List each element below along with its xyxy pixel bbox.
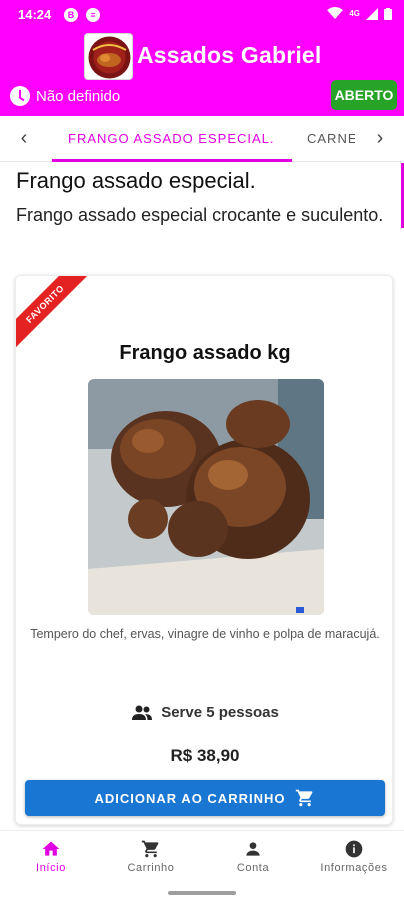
app-header: 14:24 B ≡ 4G Assados Gabriel Não definid… [0,0,404,116]
favorite-ribbon: FAVORITO [16,276,91,350]
notification-icon: B [64,8,78,22]
people-icon [132,705,153,720]
tab-frango-assado-especial[interactable]: FRANGO ASSADO ESPECIAL. [68,131,275,146]
product-card[interactable]: FAVORITO Frango assado kg Tempero do che [15,275,393,825]
info-icon [345,840,363,858]
tab-carne[interactable]: CARNE [307,131,355,146]
battery-icon [384,7,392,20]
restaurant-logo [84,33,133,80]
nav-label-informacoes: Informações [320,862,388,874]
nav-item-informacoes[interactable]: Informações [304,839,404,874]
serves-info: Serve 5 pessoas [16,704,392,721]
status-bar: 14:24 B ≡ 4G [0,0,404,30]
category-description: Frango assado especial crocante e sucule… [16,205,384,225]
nav-label-conta: Conta [236,862,270,874]
person-icon [246,842,260,856]
serves-text: Serve 5 pessoas [161,704,279,721]
status-time: 14:24 [18,7,52,22]
category-title: Frango assado especial. [16,168,256,193]
opening-hours-text: Não definido [36,87,121,105]
restaurant-name: Assados Gabriel [137,42,322,68]
nav-label-carrinho: Carrinho [127,862,175,874]
category-tabs: ‹ FRANGO ASSADO ESPECIAL. CARNE › [0,116,404,162]
opening-hours: Não definido [10,86,120,106]
product-description: Tempero do chef, ervas, vinagre de vinho… [30,627,380,641]
status-icons: 4G [327,7,392,20]
gesture-bar[interactable] [168,891,236,895]
product-name: Frango assado kg [119,342,291,364]
active-tab-indicator [52,159,292,162]
cart-icon [296,789,313,807]
cart-icon [141,840,159,858]
bottom-navigation: Início Carrinho Conta Informações [0,830,404,882]
chevron-right-icon[interactable]: › [368,126,392,150]
nav-label-inicio: Início [36,862,66,874]
app-root: 14:24 B ≡ 4G Assados Gabriel Não definid… [0,0,404,900]
chevron-left-icon[interactable]: ‹ [12,126,36,150]
add-to-cart-button[interactable]: ADICIONAR AO CARRINHO [25,780,385,816]
product-price: R$ 38,90 [170,746,240,765]
add-to-cart-label: ADICIONAR AO CARRINHO [94,790,286,806]
product-image[interactable] [88,379,324,615]
signal-icon [366,7,378,20]
nav-item-inicio[interactable]: Início [1,839,101,874]
home-icon [42,841,60,856]
clock-icon [10,86,30,106]
network-type: 4G [349,9,360,18]
open-status-badge: ABERTO [331,80,397,110]
nav-item-conta[interactable]: Conta [203,839,303,874]
nav-item-carrinho[interactable]: Carrinho [101,839,201,874]
notification-icon: ≡ [86,8,100,22]
wifi-icon [327,7,344,19]
